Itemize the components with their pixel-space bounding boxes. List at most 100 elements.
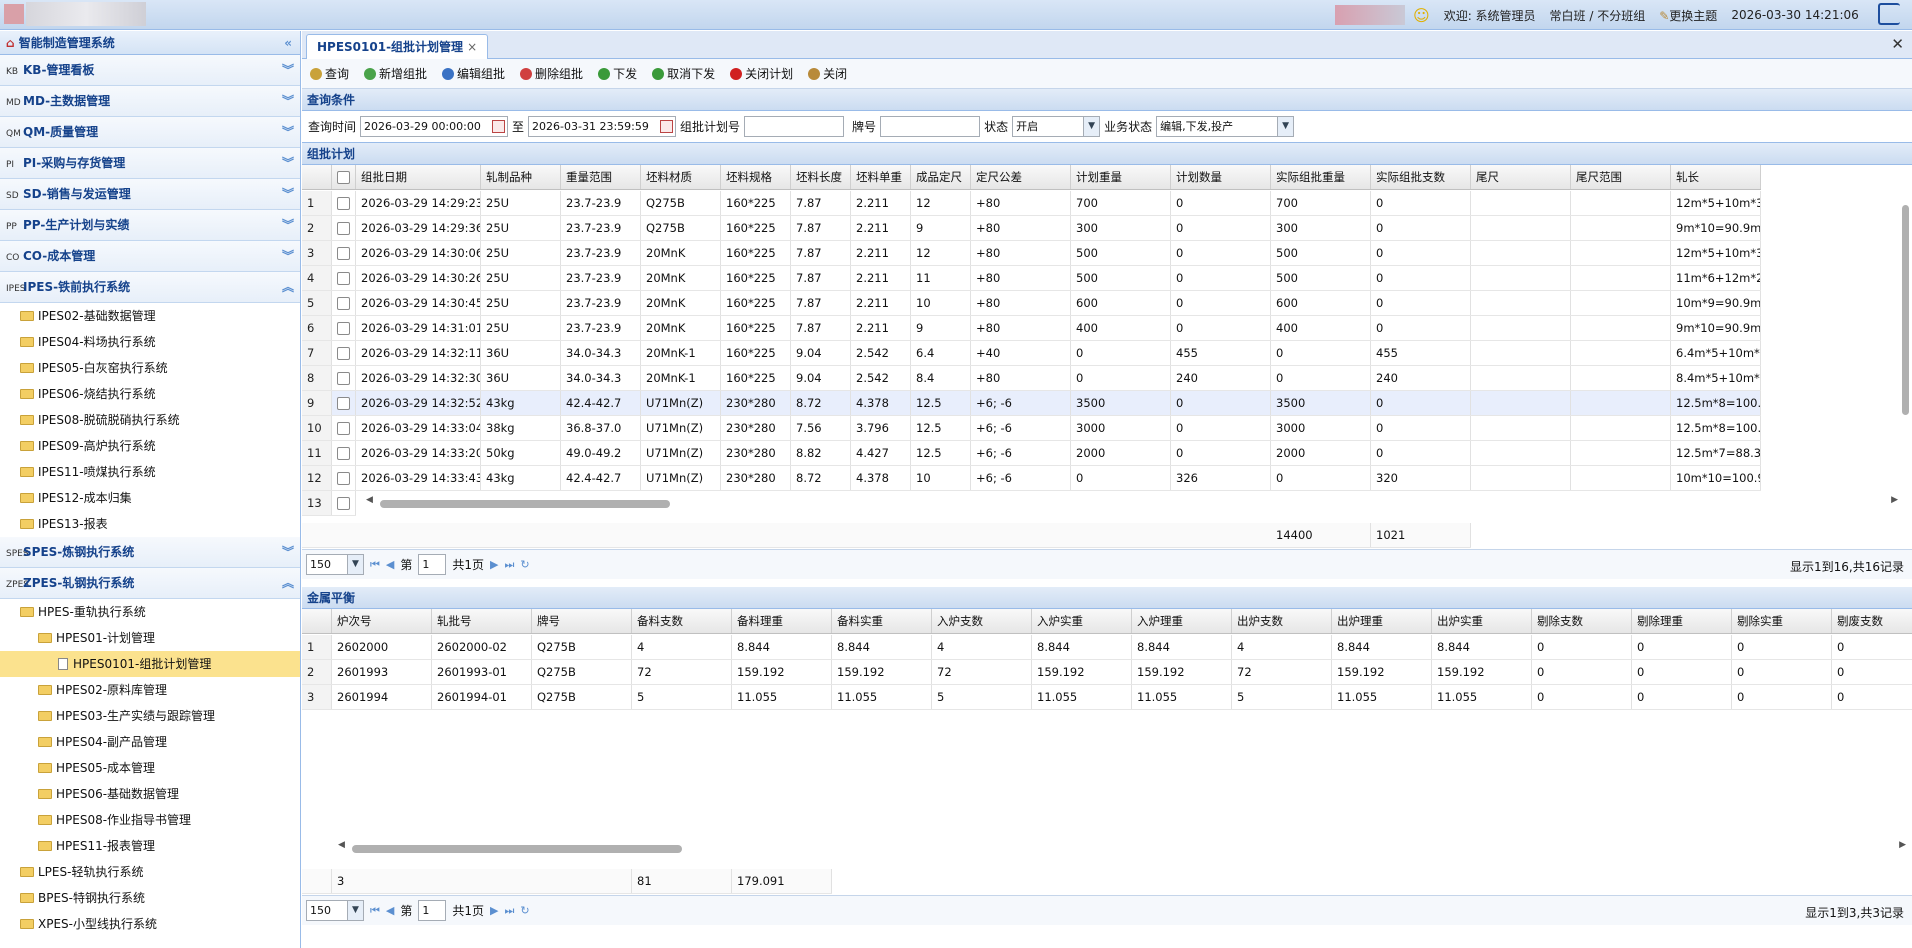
toolbar-button[interactable]: 查询 [310,65,349,82]
toolbar-button[interactable]: 下发 [598,65,637,82]
tree-node[interactable]: IPES05-白灰窑执行系统 [0,355,300,381]
row-checkbox[interactable] [337,497,350,510]
prev-page-icon[interactable]: ◀ [386,558,394,571]
header-check-cell[interactable] [332,165,356,189]
row-checkbox[interactable] [337,247,350,260]
tree-node-hpes[interactable]: HPES-重轨执行系统 [0,599,300,625]
table-row[interactable]: 1 2026-03-29 14:29:23 25U 23.7-23.9 Q275B 160… [302,191,1761,216]
column-header[interactable]: 炉次号 [332,609,432,633]
row-checkbox[interactable] [337,222,350,235]
tab-hpes0101[interactable]: HPES0101-组批计划管理 × [306,34,489,59]
scroll-left-icon[interactable]: ◀ [338,840,345,850]
module-md[interactable]: MD MD-主数据管理 ︾ [0,86,300,117]
module-sd[interactable]: SD SD-销售与发运管理 ︾ [0,179,300,210]
column-header[interactable]: 出炉支数 [1232,609,1332,633]
refresh-icon[interactable]: ↻ [520,558,529,571]
column-header[interactable]: 坯料材质 [641,165,721,189]
row-checkbox[interactable] [337,272,350,285]
grade-input[interactable] [880,116,981,137]
table-row[interactable]: 2 2026-03-29 14:29:36 25U 23.7-23.9 Q275B 160… [302,216,1761,241]
toolbar-button[interactable]: 编辑组批 [442,65,505,82]
column-header[interactable]: 备料实重 [832,609,932,633]
row-checkbox[interactable] [337,322,350,335]
column-header[interactable]: 组批日期 [356,165,481,189]
table-row[interactable]: 2 2601993 2601993-01 Q275B 72 159.192 159.192 7… [302,660,1912,685]
row-checkbox[interactable] [337,422,350,435]
calendar-icon[interactable] [660,120,674,133]
module-pp[interactable]: PP PP-生产计划与实绩 ︾ [0,210,300,241]
start-time-field[interactable]: 2026-03-29 00:00:00 [360,116,509,137]
row-checkbox[interactable] [337,297,350,310]
scroll-left-icon[interactable]: ◀ [366,495,373,505]
tree-node[interactable]: HPES06-基础数据管理 [0,781,300,807]
toolbar-button[interactable]: 关闭计划 [730,65,793,82]
tree-node[interactable]: IPES08-脱硫脱硝执行系统 [0,407,300,433]
row-check-cell[interactable] [332,466,356,490]
row-check-cell[interactable] [332,316,356,340]
vertical-scrollbar[interactable] [1902,205,1909,415]
biz-status-select[interactable]: 编辑,下发,投产 ▼ [1156,116,1295,137]
row-checkbox[interactable] [337,347,350,360]
module-co[interactable]: CO CO-成本管理 ︾ [0,241,300,272]
change-theme-link[interactable]: ✎更换主题 [1659,7,1717,24]
toolbar-button[interactable]: 取消下发 [652,65,715,82]
row-check-cell[interactable] [332,416,356,440]
first-page-icon[interactable]: ⏮ [370,558,380,572]
tree-node[interactable]: IPES13-报表 [0,511,300,537]
row-check-cell[interactable] [332,441,356,465]
row-check-cell[interactable] [332,341,356,365]
module-ipes[interactable]: IPESIPES-铁前执行系统 ︽ [0,272,300,303]
column-header[interactable]: 计划数量 [1171,165,1271,189]
column-header[interactable]: 剔除理重 [1632,609,1732,633]
end-time-field[interactable]: 2026-03-31 23:59:59 [528,116,677,137]
toolbar-button[interactable]: 新增组批 [364,65,427,82]
row-check-cell[interactable] [332,366,356,390]
close-all-icon[interactable]: ✕ [1891,35,1904,53]
column-header[interactable]: 轧长 [1671,165,1761,189]
next-page-icon[interactable]: ▶ [490,558,498,571]
column-header[interactable]: 实际组批重量 [1271,165,1371,189]
tree-node[interactable]: HPES04-副产品管理 [0,729,300,755]
tree-node[interactable]: HPES08-作业指导书管理 [0,807,300,833]
tree-node[interactable]: HPES11-报表管理 [0,833,300,859]
column-header[interactable]: 成品定尺 [911,165,971,189]
column-header[interactable]: 坯料长度 [791,165,851,189]
column-header[interactable]: 入炉理重 [1132,609,1232,633]
page-size-select[interactable]: 150 ▼ [306,554,364,575]
table-row[interactable]: 1 2602000 2602000-02 Q275B 4 8.844 8.844 4 8.844… [302,635,1912,660]
column-header[interactable]: 备料支数 [632,609,732,633]
table-row[interactable]: 13 [302,491,356,516]
tree-node-hpes01[interactable]: HPES01-计划管理 [0,625,300,651]
table-row[interactable]: 12 2026-03-29 14:33:43 43kg 42.4-42.7 U71Mn(… [302,466,1761,491]
tree-node[interactable]: IPES04-料场执行系统 [0,329,300,355]
column-header[interactable]: 轧制品种 [481,165,561,189]
row-check-cell[interactable] [332,266,356,290]
table-row[interactable]: 3 2601994 2601994-01 Q275B 5 11.055 11.055 5 11.… [302,685,1912,710]
row-checkbox[interactable] [337,397,350,410]
column-header[interactable]: 剔除支数 [1532,609,1632,633]
module-kb[interactable]: KB KB-管理看板 ︾ [0,55,300,86]
tree-node[interactable]: IPES09-高炉执行系统 [0,433,300,459]
column-header[interactable]: 剔废支数 [1832,609,1912,633]
row-checkbox[interactable] [337,447,350,460]
horizontal-scrollbar[interactable] [380,500,670,508]
table-row[interactable]: 4 2026-03-29 14:30:26 25U 23.7-23.9 20MnK 160… [302,266,1761,291]
horizontal-scrollbar[interactable] [352,845,682,853]
module-qm[interactable]: QM QM-质量管理 ︾ [0,117,300,148]
tree-node[interactable]: IPES06-烧结执行系统 [0,381,300,407]
page-size-select[interactable]: 150 ▼ [306,900,364,921]
module-zpes[interactable]: ZPESZPES-轧钢执行系统 ︽ [0,568,300,599]
status-select[interactable]: 开启 ▼ [1012,116,1101,137]
column-header[interactable]: 实际组批支数 [1371,165,1471,189]
tree-node[interactable]: IPES02-基础数据管理 [0,303,300,329]
column-header[interactable]: 尾尺范围 [1571,165,1671,189]
module-pi[interactable]: PI PI-采购与存货管理 ︾ [0,148,300,179]
column-header[interactable]: 牌号 [532,609,632,633]
tree-node[interactable]: HPES02-原料库管理 [0,677,300,703]
column-header[interactable]: 备料理重 [732,609,832,633]
prev-page-icon[interactable]: ◀ [386,904,394,917]
next-page-icon[interactable]: ▶ [490,904,498,917]
module-spes[interactable]: SPESSPES-炼钢执行系统 ︾ [0,537,300,568]
column-header[interactable]: 尾尺 [1471,165,1571,189]
table-row[interactable]: 10 2026-03-29 14:33:04 38kg 36.8-37.0 U71Mn(… [302,416,1761,441]
